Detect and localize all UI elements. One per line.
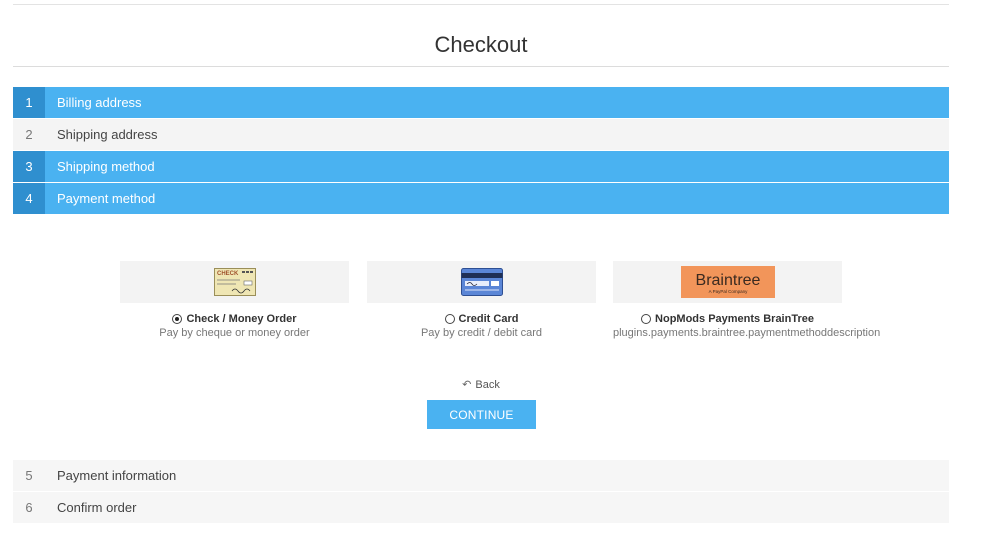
- step-label: Confirm order: [57, 500, 137, 515]
- payment-method-description: Pay by credit / debit card: [420, 327, 543, 339]
- step-label: Shipping address: [57, 127, 158, 142]
- step-number: 5: [25, 468, 33, 483]
- page-title: Checkout: [434, 32, 528, 57]
- step-billing-address[interactable]: 1 Billing address: [13, 87, 949, 118]
- payment-method-credit-card[interactable]: Credit Card Pay by credit / debit card: [367, 261, 596, 339]
- payment-method-check[interactable]: CHECK Check / Money Order Pay by cheque …: [120, 261, 349, 339]
- step-label: Billing address: [57, 95, 142, 110]
- step-shipping-address[interactable]: 2 Shipping address: [13, 119, 949, 150]
- step-number: 3: [13, 151, 45, 182]
- back-label: Back: [475, 379, 500, 391]
- step-label: Payment method: [57, 191, 156, 206]
- payment-method-description: plugins.payments.braintree.paymentmethod…: [613, 327, 881, 339]
- credit-card-icon: [460, 268, 503, 296]
- check-image-container: CHECK: [120, 261, 349, 303]
- braintree-logo-subtext: A PayPal Company: [708, 289, 748, 294]
- braintree-logo-icon: Braintree A PayPal Company: [680, 266, 775, 298]
- radio-unselected[interactable]: [641, 314, 652, 324]
- step-number: 1: [13, 87, 45, 118]
- step-payment-method[interactable]: 4 Payment method: [13, 183, 949, 214]
- payment-method-name[interactable]: Check / Money Order: [120, 313, 349, 325]
- braintree-logo-text: Braintree: [695, 272, 760, 289]
- step-number: 2: [25, 127, 33, 142]
- step-payment-information[interactable]: 5 Payment information: [13, 460, 949, 491]
- radio-selected[interactable]: [172, 314, 183, 324]
- step-number: 4: [13, 183, 45, 214]
- step-confirm-order[interactable]: 6 Confirm order: [13, 492, 949, 523]
- continue-button[interactable]: CONTINUE: [427, 400, 536, 429]
- step-number: 6: [25, 500, 33, 515]
- payment-method-braintree[interactable]: Braintree A PayPal Company NopMods Payme…: [613, 261, 881, 339]
- payment-method-description: Pay by cheque or money order: [159, 327, 310, 339]
- payment-method-label: Credit Card: [458, 313, 519, 325]
- title-divider: [13, 66, 949, 67]
- payment-method-name[interactable]: Credit Card: [367, 313, 596, 325]
- step-label: Payment information: [57, 468, 177, 483]
- radio-unselected[interactable]: [444, 314, 455, 324]
- back-link[interactable]: ↶ Back: [426, 378, 536, 391]
- credit-card-image-container: [367, 261, 596, 303]
- payment-method-label: NopMods Payments BrainTree: [655, 313, 814, 325]
- braintree-logo-container: Braintree A PayPal Company: [613, 261, 842, 303]
- step-label: Shipping method: [57, 159, 155, 174]
- payment-method-label: Check / Money Order: [186, 313, 297, 325]
- top-divider: [13, 4, 949, 5]
- payment-method-name[interactable]: NopMods Payments BrainTree: [613, 313, 842, 325]
- step-shipping-method[interactable]: 3 Shipping method: [13, 151, 949, 182]
- check-icon: CHECK: [213, 268, 256, 296]
- check-image-text: CHECK: [217, 271, 239, 277]
- back-arrow-icon: ↶: [462, 379, 472, 391]
